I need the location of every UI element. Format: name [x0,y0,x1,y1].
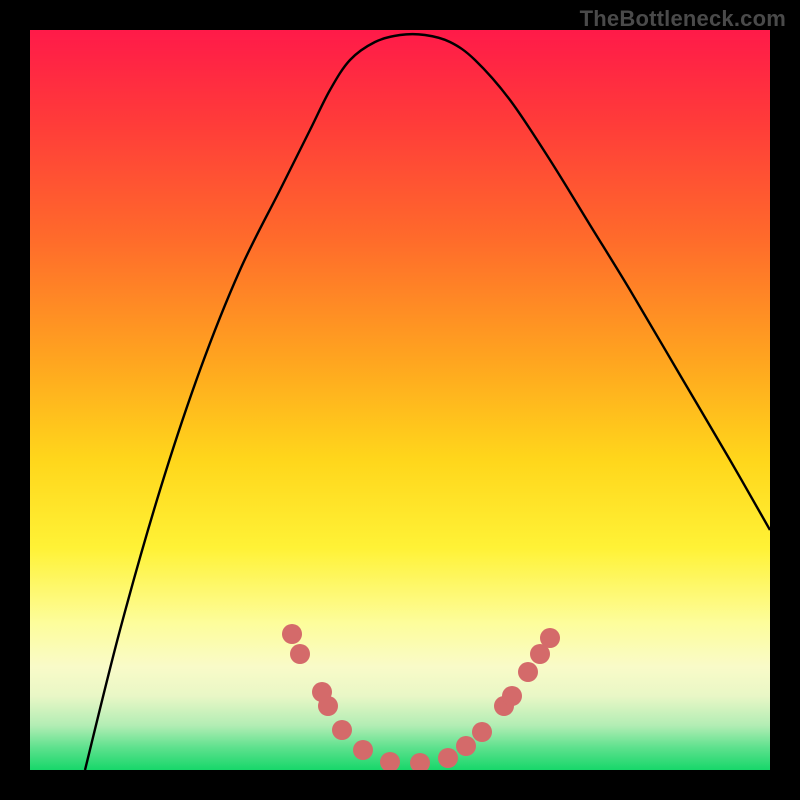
curve-marker [438,748,458,768]
marker-group [282,624,560,770]
curve-marker [353,740,373,760]
plot-svg [30,30,770,770]
curve-marker [502,686,522,706]
curve-marker [290,644,310,664]
curve-marker [380,752,400,770]
bottleneck-curve [85,34,770,770]
curve-marker [332,720,352,740]
chart-container: TheBottleneck.com [0,0,800,800]
curve-marker [318,696,338,716]
curve-marker [518,662,538,682]
curve-marker [282,624,302,644]
curve-marker [472,722,492,742]
curve-marker [540,628,560,648]
curve-marker [456,736,476,756]
curve-marker [410,753,430,770]
watermark-text: TheBottleneck.com [580,6,786,32]
plot-area [30,30,770,770]
